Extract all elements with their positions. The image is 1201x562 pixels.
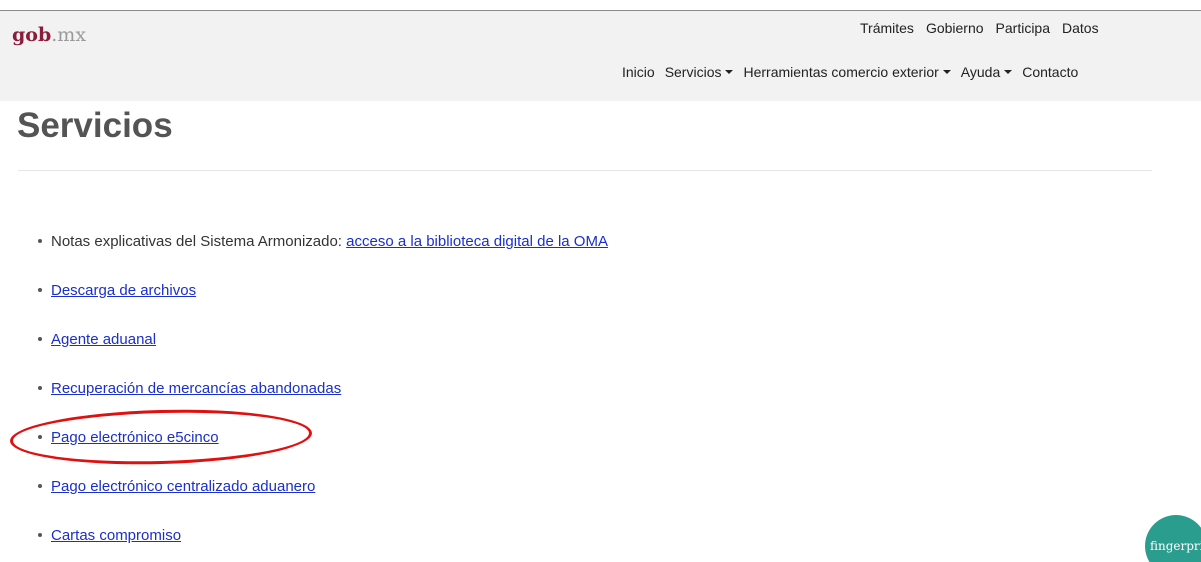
nav-contacto[interactable]: Contacto bbox=[1022, 64, 1078, 80]
descarga-archivos-link[interactable]: Descarga de archivos bbox=[51, 282, 196, 299]
topnav-participa[interactable]: Participa bbox=[996, 20, 1050, 36]
topnav-datos[interactable]: Datos bbox=[1062, 20, 1099, 36]
main-navigation: Inicio Servicios Herramientas comercio e… bbox=[622, 64, 1078, 80]
topnav-tramites[interactable]: Trámites bbox=[860, 20, 914, 36]
caret-down-icon bbox=[725, 70, 734, 75]
fingerprint-badge[interactable]: fingerpri bbox=[1145, 515, 1201, 562]
list-item: Notas explicativas del Sistema Armonizad… bbox=[38, 231, 608, 280]
oma-library-link[interactable]: acceso a la biblioteca digital de la OMA bbox=[346, 233, 608, 250]
caret-down-icon bbox=[1004, 70, 1013, 75]
nav-inicio-label: Inicio bbox=[622, 64, 655, 80]
nav-servicios[interactable]: Servicios bbox=[665, 64, 734, 80]
top-navigation: Trámites Gobierno Participa Datos bbox=[860, 20, 1099, 36]
sistema-armonizado-label: Notas explicativas del Sistema Armonizad… bbox=[51, 233, 342, 250]
bullet-icon bbox=[38, 484, 42, 489]
pago-centralizado-link[interactable]: Pago electrónico centralizado aduanero bbox=[51, 478, 315, 495]
bullet-icon bbox=[38, 288, 42, 293]
bullet-icon bbox=[38, 386, 42, 391]
title-divider bbox=[18, 170, 1152, 171]
list-item: Cartas compromiso bbox=[38, 525, 608, 562]
recuperacion-mercancias-link[interactable]: Recuperación de mercancías abandonadas bbox=[51, 380, 341, 397]
nav-servicios-label: Servicios bbox=[664, 64, 722, 80]
list-item: Descarga de archivos bbox=[38, 280, 608, 329]
cartas-compromiso-link[interactable]: Cartas compromiso bbox=[51, 527, 181, 544]
agente-aduanal-link[interactable]: Agente aduanal bbox=[51, 331, 156, 348]
nav-contacto-label: Contacto bbox=[1022, 64, 1079, 80]
gob-mx-logo[interactable]: gob.mx bbox=[12, 23, 86, 47]
caret-down-icon bbox=[942, 70, 951, 75]
nav-ayuda-label: Ayuda bbox=[960, 64, 1001, 80]
logo-brand: gob bbox=[12, 24, 52, 46]
pago-e5cinco-link[interactable]: Pago electrónico e5cinco bbox=[51, 429, 219, 446]
list-item: Agente aduanal bbox=[38, 329, 608, 378]
bullet-icon bbox=[38, 239, 42, 244]
topnav-gobierno[interactable]: Gobierno bbox=[926, 20, 984, 36]
nav-herramientas[interactable]: Herramientas comercio exterior bbox=[743, 64, 951, 80]
services-list: Notas explicativas del Sistema Armonizad… bbox=[38, 231, 608, 562]
bullet-icon bbox=[38, 337, 42, 342]
bullet-icon bbox=[38, 533, 42, 538]
nav-ayuda[interactable]: Ayuda bbox=[960, 64, 1013, 80]
bullet-icon bbox=[38, 435, 42, 440]
list-item: Pago electrónico centralizado aduanero bbox=[38, 476, 608, 525]
logo-suffix: mx bbox=[57, 24, 87, 46]
list-item: Pago electrónico e5cinco bbox=[38, 427, 608, 476]
list-item: Recuperación de mercancías abandonadas bbox=[38, 378, 608, 427]
nav-inicio[interactable]: Inicio bbox=[622, 64, 655, 80]
page-title: Servicios bbox=[17, 106, 173, 145]
fingerprint-badge-label: fingerpri bbox=[1150, 539, 1201, 553]
nav-herramientas-label: Herramientas comercio exterior bbox=[743, 64, 939, 80]
